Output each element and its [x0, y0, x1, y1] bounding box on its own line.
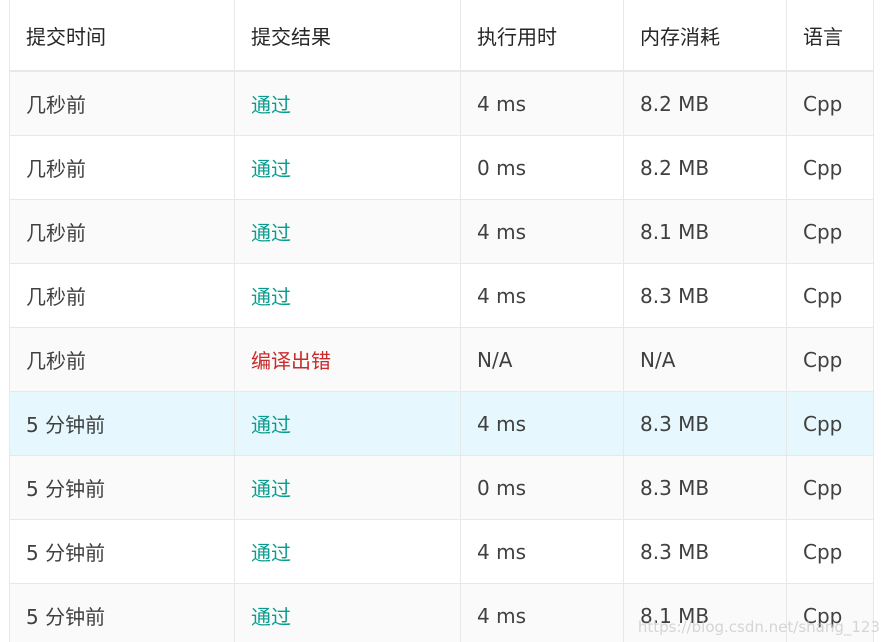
cell-submit-time: 几秒前 — [9, 199, 235, 264]
table-row[interactable]: 几秒前 通过 4 ms 8.2 MB Cpp — [9, 70, 874, 136]
submissions-panel: 提交时间 提交结果 执行用时 内存消耗 语言 几秒前 通过 4 ms 8.2 MB Cp… — [0, 0, 884, 642]
cell-runtime: 0 ms — [460, 135, 624, 200]
header-runtime: 执行用时 — [460, 0, 624, 72]
cell-memory: 8.3 MB — [623, 519, 787, 584]
table-row[interactable]: 几秒前 编译出错 N/A N/A Cpp — [9, 327, 874, 392]
cell-runtime: 0 ms — [460, 455, 624, 520]
cell-language: Cpp — [786, 583, 874, 642]
cell-memory: 8.3 MB — [623, 455, 787, 520]
table-row[interactable]: 5 分钟前 通过 0 ms 8.3 MB Cpp — [9, 455, 874, 520]
cell-memory: 8.2 MB — [623, 70, 787, 136]
cell-language: Cpp — [786, 199, 874, 264]
result-link-accepted[interactable]: 通过 — [234, 583, 461, 642]
cell-memory: 8.3 MB — [623, 263, 787, 328]
cell-memory: 8.3 MB — [623, 391, 787, 456]
cell-memory: 8.2 MB — [623, 135, 787, 200]
table-row[interactable]: 5 分钟前 通过 4 ms 8.3 MB Cpp — [9, 519, 874, 584]
cell-runtime: 4 ms — [460, 263, 624, 328]
result-link-accepted[interactable]: 通过 — [234, 455, 461, 520]
cell-runtime: 4 ms — [460, 391, 624, 456]
table-header: 提交时间 提交结果 执行用时 内存消耗 语言 — [9, 0, 874, 72]
header-row: 提交时间 提交结果 执行用时 内存消耗 语言 — [9, 0, 874, 72]
table-body: 几秒前 通过 4 ms 8.2 MB Cpp 几秒前 通过 0 ms 8.2 MB Cpp 几秒前通… — [9, 70, 874, 642]
table-row[interactable]: 5 分钟前 通过 4 ms 8.3 MB Cpp — [9, 391, 874, 456]
cell-submit-time: 几秒前 — [9, 263, 235, 328]
header-submit-result: 提交结果 — [234, 0, 461, 72]
cell-runtime: 4 ms — [460, 70, 624, 136]
submissions-table: 提交时间 提交结果 执行用时 内存消耗 语言 几秒前 通过 4 ms 8.2 MB Cp… — [9, 0, 874, 642]
table-row[interactable]: 几秒前 通过 4 ms 8.1 MB Cpp — [9, 199, 874, 264]
result-link-accepted[interactable]: 通过 — [234, 199, 461, 264]
result-link-accepted[interactable]: 通过 — [234, 70, 461, 136]
cell-runtime: N/A — [460, 327, 624, 392]
header-language: 语言 — [786, 0, 874, 72]
cell-submit-time: 5 分钟前 — [9, 519, 235, 584]
cell-language: Cpp — [786, 327, 874, 392]
result-link-accepted[interactable]: 通过 — [234, 135, 461, 200]
cell-language: Cpp — [786, 70, 874, 136]
cell-memory: N/A — [623, 327, 787, 392]
cell-submit-time: 5 分钟前 — [9, 455, 235, 520]
cell-submit-time: 几秒前 — [9, 327, 235, 392]
cell-runtime: 4 ms — [460, 199, 624, 264]
cell-runtime: 4 ms — [460, 583, 624, 642]
header-memory: 内存消耗 — [623, 0, 787, 72]
cell-language: Cpp — [786, 455, 874, 520]
result-link-accepted[interactable]: 通过 — [234, 391, 461, 456]
cell-language: Cpp — [786, 263, 874, 328]
cell-submit-time: 5 分钟前 — [9, 583, 235, 642]
cell-language: Cpp — [786, 391, 874, 456]
result-link-compile-error[interactable]: 编译出错 — [234, 327, 461, 392]
cell-memory: 8.1 MB — [623, 199, 787, 264]
table-row[interactable]: 5 分钟前 通过 4 ms 8.1 MB Cpp — [9, 583, 874, 642]
result-link-accepted[interactable]: 通过 — [234, 519, 461, 584]
cell-submit-time: 几秒前 — [9, 70, 235, 136]
cell-language: Cpp — [786, 519, 874, 584]
header-submit-time: 提交时间 — [9, 0, 235, 72]
cell-submit-time: 几秒前 — [9, 135, 235, 200]
cell-memory: 8.1 MB — [623, 583, 787, 642]
table-row[interactable]: 几秒前 通过 0 ms 8.2 MB Cpp — [9, 135, 874, 200]
cell-runtime: 4 ms — [460, 519, 624, 584]
result-link-accepted[interactable]: 通过 — [234, 263, 461, 328]
cell-language: Cpp — [786, 135, 874, 200]
table-row[interactable]: 几秒前 通过 4 ms 8.3 MB Cpp — [9, 263, 874, 328]
cell-submit-time: 5 分钟前 — [9, 391, 235, 456]
